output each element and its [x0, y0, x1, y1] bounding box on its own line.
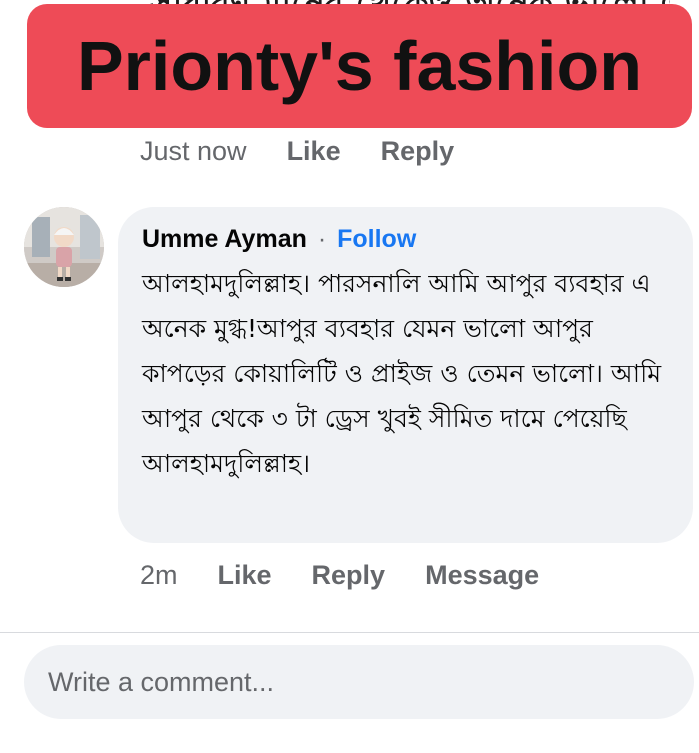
avatar-photo-icon	[24, 207, 104, 287]
avatar[interactable]	[24, 207, 104, 287]
comment-text: আলহামদুলিল্লাহ। পারসনালি আমি আপুর ব্যবহা…	[142, 269, 662, 478]
comment-timestamp: Just now	[140, 136, 247, 166]
banner: Prionty's fashion	[27, 4, 692, 128]
reply-button[interactable]: Reply	[381, 136, 455, 167]
comment-timestamp: 2m	[140, 560, 178, 590]
comment-actions: 2m Like Reply Message	[140, 560, 539, 591]
message-button[interactable]: Message	[425, 560, 539, 591]
previous-comment-actions: Just now Like Reply	[140, 136, 454, 167]
like-button[interactable]: Like	[218, 560, 272, 591]
follow-button[interactable]: Follow	[337, 225, 416, 253]
comment-author[interactable]: Umme Ayman	[142, 225, 307, 253]
divider	[0, 632, 699, 633]
comment-header: Umme Ayman · Follow	[142, 223, 669, 255]
reply-button[interactable]: Reply	[312, 560, 386, 591]
like-button[interactable]: Like	[287, 136, 341, 167]
separator-dot: ·	[317, 225, 327, 253]
comment-input[interactable]: Write a comment...	[24, 645, 694, 719]
comment-bubble: Umme Ayman · Follow আলহামদুলিল্লাহ। পারস…	[118, 207, 693, 543]
banner-title: Prionty's fashion	[76, 27, 643, 105]
comment-input-placeholder: Write a comment...	[48, 666, 275, 697]
